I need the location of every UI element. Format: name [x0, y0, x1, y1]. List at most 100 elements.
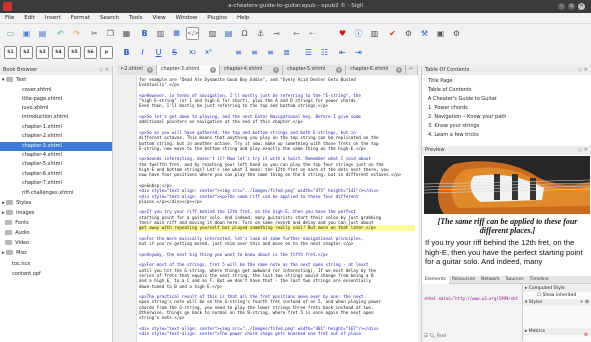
heading-4-button[interactable]: h4 — [52, 46, 65, 59]
insert-table-icon[interactable]: ▤ — [222, 27, 235, 40]
new-book-icon[interactable]: ▭ — [4, 27, 17, 40]
split-view-icon[interactable]: ▦ — [170, 27, 183, 40]
file-item[interactable]: chapter-1.xhtml — [0, 123, 112, 132]
settings-icon[interactable]: ⚙ — [450, 27, 463, 40]
code-line[interactable]: get away with repeating yourself but pla… — [139, 225, 415, 231]
styles-section[interactable]: ▾ Styles + ⚙ — [523, 299, 591, 306]
align-right-icon[interactable]: ≡ — [264, 46, 277, 59]
file-item[interactable]: chapter-4.xhtml — [0, 151, 112, 160]
justify-icon[interactable]: ≣ — [280, 46, 293, 59]
open-book-icon[interactable]: ▣ — [20, 27, 33, 40]
outdent-icon[interactable]: ⇤ — [336, 46, 349, 59]
insert-id-icon[interactable]: ⊸ — [270, 27, 283, 40]
heading-1-button[interactable]: h1 — [4, 46, 17, 59]
insert-image-icon[interactable]: ▨ — [206, 27, 219, 40]
show-inherited-checkbox[interactable]: ☐ Show inherited — [523, 292, 591, 299]
number-list-icon[interactable]: ☷ — [318, 46, 331, 59]
insert-link-icon[interactable]: ⚓ — [254, 27, 267, 40]
code-view-icon[interactable]: ▥ — [154, 27, 167, 40]
file-item[interactable]: chapter-5.xhtml — [0, 160, 112, 169]
menu-file[interactable]: File — [0, 13, 19, 24]
spellcheck-icon[interactable]: B — [138, 27, 151, 40]
menu-help[interactable]: Help — [232, 13, 255, 24]
special-char-icon[interactable]: Ω — [238, 27, 251, 40]
misc-folder[interactable]: ▸ Misc — [0, 249, 112, 258]
heading-2-button[interactable]: h2 — [20, 46, 33, 59]
code-line[interactable]: open string's note will be on the G-stri… — [139, 299, 415, 304]
tab-chapter-5[interactable]: chapter-5.xhtml ✕ — [283, 65, 346, 75]
opf-file[interactable]: content.opf — [0, 270, 112, 279]
toc-item[interactable]: 2. Navigation – Know your path — [428, 113, 588, 122]
inspector-tab-timeline[interactable]: Timeline — [527, 276, 552, 284]
code-line[interactable]: <div style="text-align: center">The powe… — [139, 331, 415, 336]
tab-close-icon[interactable]: ✕ — [396, 67, 402, 73]
minimize-icon[interactable]: – — [558, 3, 565, 10]
file-item-selected[interactable]: chapter-3.xhtml — [0, 142, 112, 151]
code-line[interactable]: different octaves. This means that anyth… — [139, 135, 415, 140]
file-item[interactable]: cover.xhtml — [0, 86, 112, 95]
text-folder[interactable]: ▾ Text — [0, 76, 112, 85]
menu-plugins[interactable]: Plugins — [202, 13, 232, 24]
align-left-icon[interactable]: ≡ — [232, 46, 245, 59]
computed-style-section[interactable]: ▸ Computed Style — [523, 285, 591, 292]
menu-search[interactable]: Search — [95, 13, 124, 24]
file-item[interactable]: title-page.xhtml — [0, 95, 112, 104]
toc-item[interactable]: 4. Learn a few tricks — [428, 131, 588, 140]
copy-icon[interactable]: ❐ — [104, 27, 117, 40]
paste-icon[interactable]: ▦ — [120, 27, 133, 40]
plugins-icon[interactable]: ⚙ — [402, 27, 415, 40]
file-item[interactable]: juvo.xhtml — [0, 104, 112, 113]
bookmarks-icon[interactable]: ▥ — [368, 27, 381, 40]
toc-item[interactable]: Title Page — [428, 77, 588, 86]
tab-scroll-icon[interactable]: ‹› — [406, 65, 418, 75]
metrics-section[interactable]: ▸ Metrics — [523, 328, 591, 335]
forward-icon[interactable]: ⇠ — [306, 27, 319, 40]
underline-icon[interactable]: U — [152, 46, 165, 59]
superscript-icon[interactable]: x² — [202, 46, 215, 59]
cut-icon[interactable]: ✂ — [88, 27, 101, 40]
heading-3-button[interactable]: h3 — [36, 46, 49, 59]
bold-icon[interactable]: B — [120, 46, 133, 59]
toc-item[interactable]: Table of Contents — [428, 86, 588, 95]
code-content[interactable]: for example are "Dead Ale Dynamite Good … — [139, 77, 415, 342]
italic-icon[interactable]: I — [136, 46, 149, 59]
tools-icon[interactable]: ⚒ — [418, 27, 431, 40]
code-editor[interactable]: for example are "Dead Ale Dynamite Good … — [117, 76, 418, 342]
heading-6-button[interactable]: h6 — [84, 46, 97, 59]
maximize-icon[interactable]: ▫ — [568, 3, 575, 10]
dom-tree-line[interactable]: <html xmlns="http://www.w3.org/1999/xhtm… — [424, 296, 518, 301]
back-icon[interactable]: ← — [290, 27, 303, 40]
redo-icon[interactable]: ↷ — [70, 27, 83, 40]
tab-close-icon[interactable]: ✕ — [147, 67, 153, 73]
tab-close-icon[interactable]: ✕ — [210, 67, 216, 73]
video-folder[interactable]: Video — [0, 239, 112, 248]
inspector-tab-elements[interactable]: Elements — [422, 276, 449, 284]
file-item[interactable]: riff-challenges.xhtml — [0, 189, 112, 198]
bullet-list-icon[interactable]: ☰ — [302, 46, 315, 59]
images-folder[interactable]: ▸ Images — [0, 209, 112, 218]
undo-icon[interactable]: ↶ — [54, 27, 67, 40]
file-item[interactable]: introduction.xhtml — [0, 113, 112, 122]
heading-5-button[interactable]: h5 — [68, 46, 81, 59]
align-center-icon[interactable]: ≡ — [248, 46, 261, 59]
tab-close-icon[interactable]: ✕ — [273, 67, 279, 73]
toc-item[interactable]: A Cheater's Guide to Guitar — [428, 95, 588, 104]
close-icon[interactable]: ✕ — [578, 3, 585, 10]
panel-close-icon[interactable]: ◇ ✕ — [578, 66, 588, 75]
inspector-tab-sources[interactable]: Sources — [503, 276, 527, 284]
menu-edit[interactable]: Edit — [19, 13, 40, 24]
tab-r-2[interactable]: r-2.xhtml ✕ — [117, 65, 157, 75]
error-count-icon[interactable]: ⊗ — [584, 332, 588, 338]
save-book-icon[interactable]: ▤ — [36, 27, 49, 40]
paragraph-button[interactable]: p — [100, 46, 113, 59]
toc-item[interactable]: 3. Know your strings — [428, 122, 588, 131]
file-item[interactable]: chapter-6.xhtml — [0, 170, 112, 179]
add-style-icon[interactable]: + ⚙ — [580, 299, 591, 306]
menu-window[interactable]: Window — [171, 13, 203, 24]
menu-tools[interactable]: Tools — [124, 13, 148, 24]
tab-chapter-3[interactable]: chapter-3.xhtml ✕ — [157, 65, 220, 75]
file-item[interactable]: chapter-2.xhtml — [0, 132, 112, 141]
favorite-icon[interactable]: ♥ — [336, 27, 349, 40]
panel-close-icon[interactable]: ◇ ✕ — [99, 66, 109, 75]
validate-icon[interactable]: ✔ — [386, 27, 399, 40]
